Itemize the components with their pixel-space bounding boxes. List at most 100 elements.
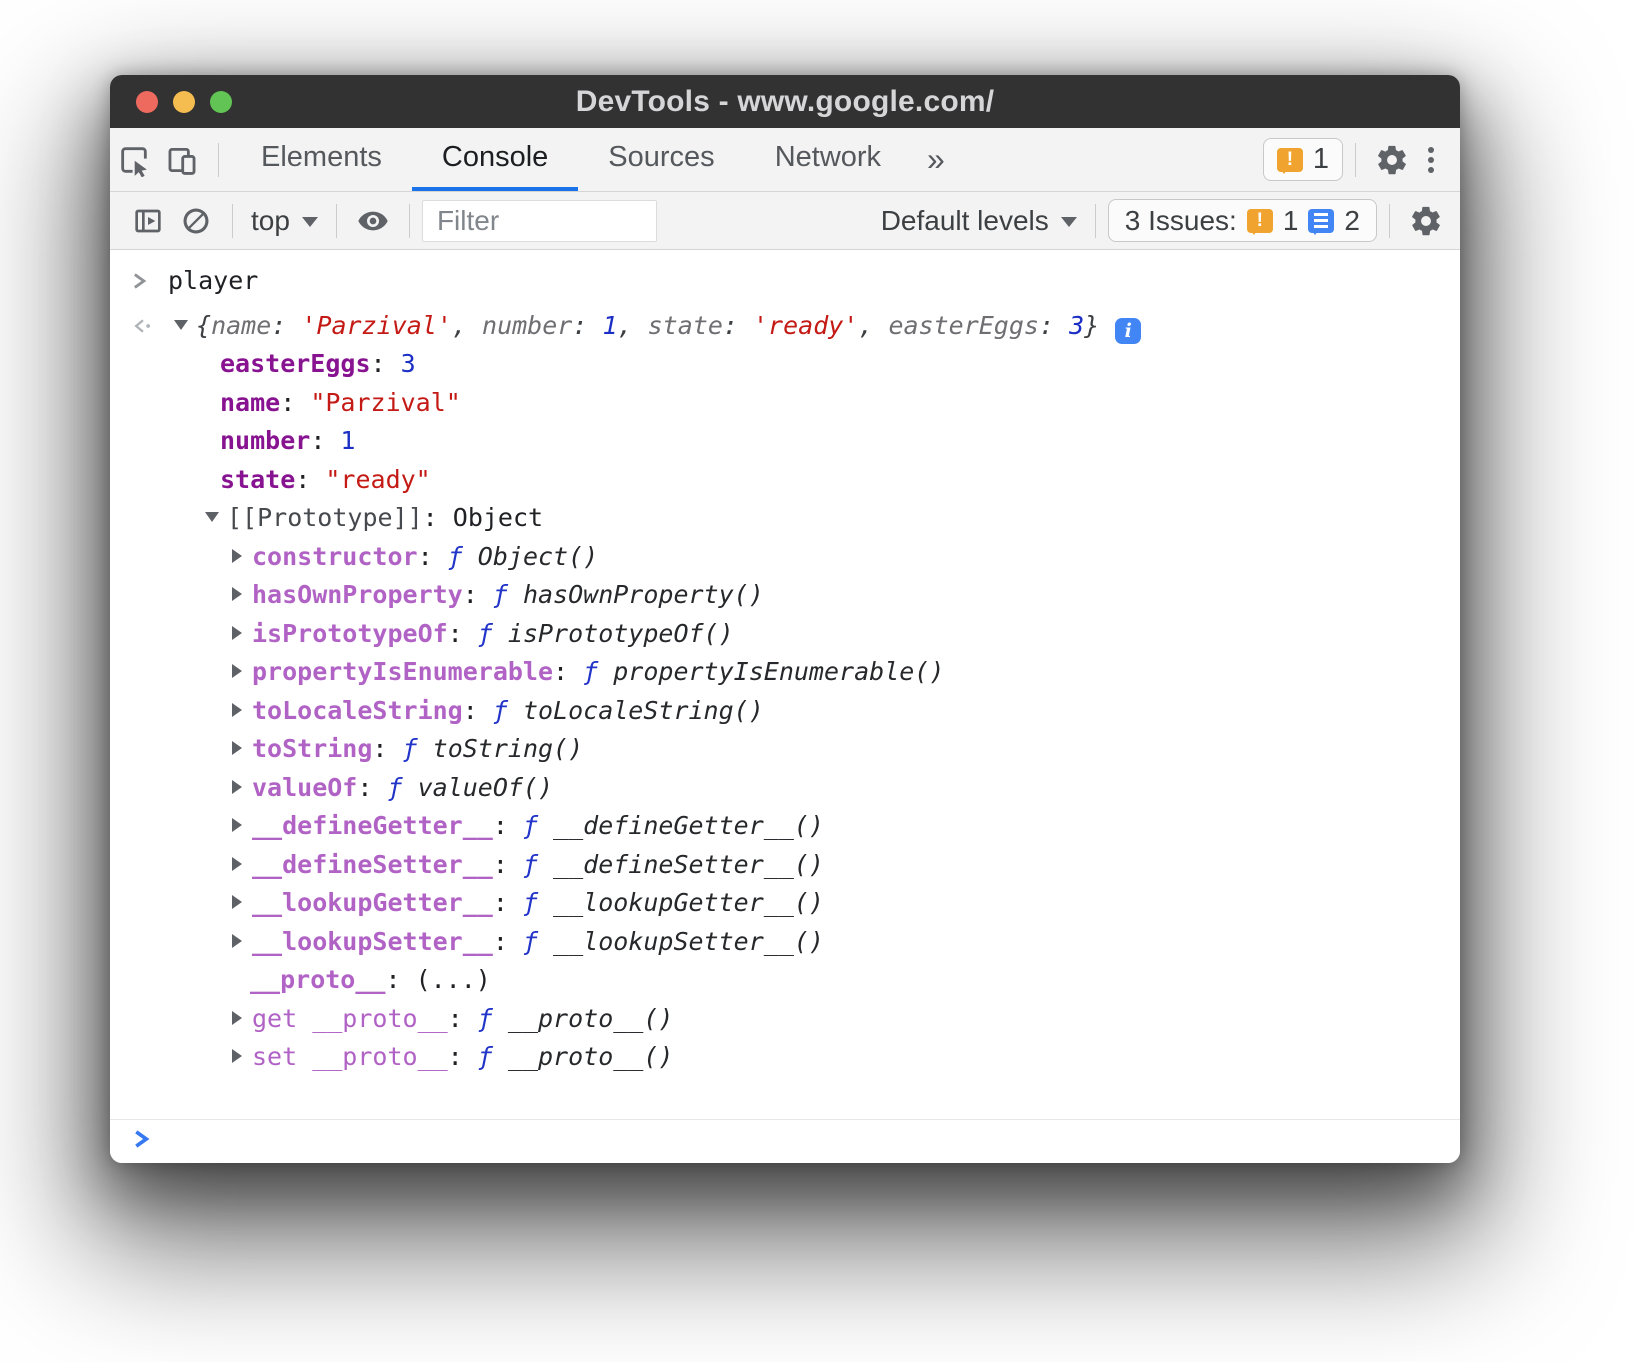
triangle-right-icon[interactable]	[232, 780, 242, 794]
token-punct: :	[493, 927, 523, 956]
execution-context-selector[interactable]: top	[245, 205, 324, 237]
warning-bubble-icon: !	[1247, 209, 1273, 233]
token-fnkw: ƒ	[448, 542, 478, 571]
devtools-window: DevTools - www.google.com/ Elements Con	[110, 75, 1460, 1163]
tab-elements[interactable]: Elements	[231, 128, 412, 191]
triangle-right-icon[interactable]	[232, 626, 242, 640]
token-key-dim: isPrototypeOf	[252, 619, 448, 648]
token-key-dim: toString	[252, 734, 372, 763]
token-key: easterEggs	[220, 349, 371, 378]
token-key-dim: propertyIsEnumerable	[252, 657, 553, 686]
token-pv-str: 'Parzival'	[301, 311, 452, 340]
triangle-right-icon[interactable]	[232, 549, 242, 563]
console-row: constructor: ƒ Object()	[110, 538, 1460, 577]
console-prompt[interactable]	[110, 1119, 1460, 1163]
token-fnsig: __defineGetter__()	[553, 811, 824, 840]
token-punct: :	[310, 426, 340, 455]
issues-warning-count: 1	[1283, 205, 1299, 237]
token-pv-punct: :	[723, 311, 753, 340]
token-pv-key: name	[211, 311, 271, 340]
devtools-tab-bar: Elements Console Sources Network » ! 1	[110, 128, 1460, 192]
token-fnsig: propertyIsEnumerable()	[613, 657, 944, 686]
divider	[1389, 204, 1390, 238]
tab-network[interactable]: Network	[745, 128, 911, 191]
minimize-window-button[interactable]	[173, 91, 195, 113]
more-tabs-button[interactable]: »	[911, 128, 961, 191]
token-str: "ready"	[325, 465, 430, 494]
zoom-window-button[interactable]	[210, 91, 232, 113]
token-punct: :	[448, 1042, 478, 1071]
token-pv-punct: {	[196, 311, 211, 340]
console-sidebar-button[interactable]	[124, 198, 172, 244]
token-punct: :	[448, 619, 478, 648]
token-key: state	[220, 465, 295, 494]
console-row: toString: ƒ toString()	[110, 730, 1460, 769]
live-expression-button[interactable]	[349, 198, 397, 244]
context-label: top	[251, 205, 290, 237]
token-plain: (...)	[416, 965, 491, 994]
triangle-right-icon[interactable]	[232, 934, 242, 948]
console-row: [[Prototype]]: Object	[110, 499, 1460, 538]
token-punct: :	[280, 388, 310, 417]
token-punct: :	[372, 734, 402, 763]
info-icon[interactable]: i	[1115, 318, 1141, 344]
console-settings-button[interactable]	[1402, 198, 1450, 244]
triangle-right-icon[interactable]	[232, 857, 242, 871]
triangle-right-icon[interactable]	[232, 664, 242, 678]
title-bar: DevTools - www.google.com/	[110, 75, 1460, 128]
toolbar-right: Default levels 3 Issues: ! 1 2	[875, 198, 1450, 244]
token-pv-str: 'ready'	[753, 311, 858, 340]
triangle-right-icon[interactable]	[232, 895, 242, 909]
device-toolbar-button[interactable]	[158, 137, 206, 183]
command-chevron-icon	[131, 262, 149, 301]
token-fnsig: __lookupSetter__()	[553, 927, 824, 956]
console-toolbar: top Default levels 3 Issues: ! 1	[110, 192, 1460, 250]
chevron-down-icon	[1061, 217, 1077, 227]
triangle-right-icon[interactable]	[232, 587, 242, 601]
token-fnkw: ƒ	[478, 619, 508, 648]
token-fnkw: ƒ	[523, 888, 553, 917]
tab-sources[interactable]: Sources	[578, 128, 744, 191]
sidebar-panel-icon	[132, 205, 164, 237]
console-row: propertyIsEnumerable: ƒ propertyIsEnumer…	[110, 653, 1460, 692]
token-punct: :	[423, 503, 453, 532]
close-window-button[interactable]	[136, 91, 158, 113]
clear-console-button[interactable]	[172, 198, 220, 244]
token-punct: :	[295, 465, 325, 494]
divider	[232, 204, 233, 238]
console-row: {name: 'Parzival', number: 1, state: 're…	[110, 307, 1460, 346]
log-levels-selector[interactable]: Default levels	[875, 205, 1083, 237]
token-pv-num: 1	[602, 311, 617, 340]
tab-console[interactable]: Console	[412, 128, 578, 191]
main-menu-button[interactable]	[1416, 137, 1446, 183]
gear-icon	[1409, 204, 1443, 238]
console-errors-badge[interactable]: ! 1	[1263, 138, 1343, 181]
token-punct: :	[448, 1004, 478, 1033]
triangle-right-icon[interactable]	[232, 703, 242, 717]
triangle-right-icon[interactable]	[232, 741, 242, 755]
inspect-element-button[interactable]	[110, 137, 158, 183]
triangle-down-icon[interactable]	[174, 320, 188, 330]
console-row: name: "Parzival"	[110, 384, 1460, 423]
triangle-down-icon[interactable]	[205, 512, 219, 522]
console-row: __lookupGetter__: ƒ __lookupGetter__()	[110, 884, 1460, 923]
issues-badge[interactable]: 3 Issues: ! 1 2	[1108, 199, 1377, 242]
settings-button[interactable]	[1368, 137, 1416, 183]
token-num: 1	[340, 426, 355, 455]
triangle-right-icon[interactable]	[232, 1049, 242, 1063]
message-bubble-icon	[1308, 209, 1334, 233]
token-plain: player	[168, 266, 258, 295]
token-punct: :	[493, 888, 523, 917]
token-key: name	[220, 388, 280, 417]
filter-input[interactable]	[422, 200, 657, 242]
token-punct: :	[463, 580, 493, 609]
token-punct: :	[493, 850, 523, 879]
triangle-right-icon[interactable]	[232, 1011, 242, 1025]
token-pv-punct: :	[572, 311, 602, 340]
eye-icon	[357, 205, 389, 237]
token-fnsig: toLocaleString()	[523, 696, 764, 725]
token-fnsig: valueOf()	[418, 773, 553, 802]
triangle-right-icon[interactable]	[232, 818, 242, 832]
token-fnkw: ƒ	[523, 850, 553, 879]
return-value-icon	[131, 307, 155, 346]
